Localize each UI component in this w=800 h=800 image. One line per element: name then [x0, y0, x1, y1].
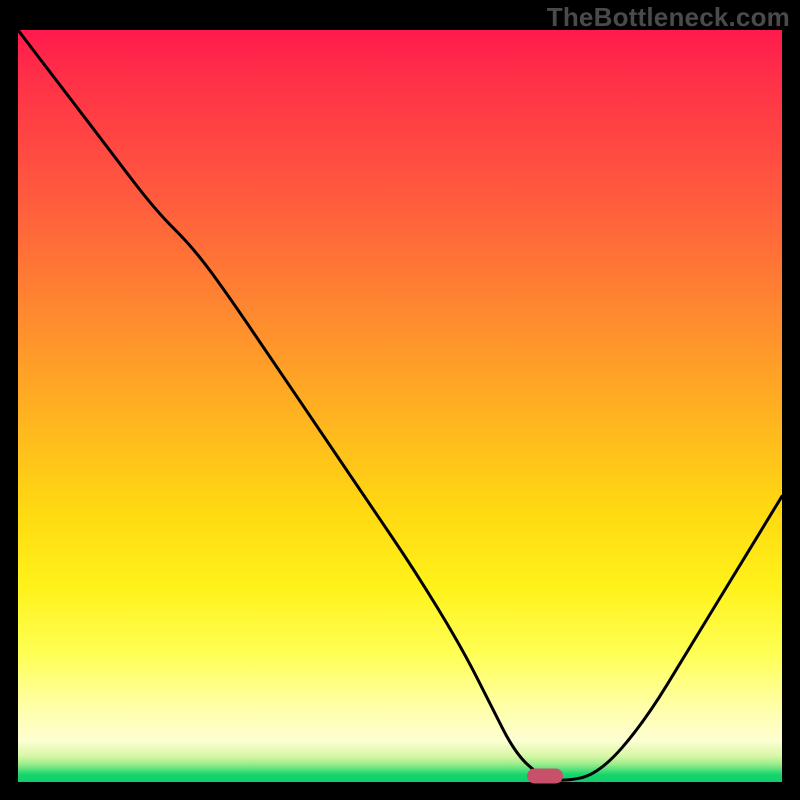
bottleneck-curve-path	[18, 30, 782, 780]
chart-container: TheBottleneck.com	[0, 0, 800, 800]
curve-layer	[18, 30, 782, 782]
optimal-marker	[527, 769, 563, 784]
watermark-text: TheBottleneck.com	[547, 2, 790, 33]
plot-frame	[18, 30, 782, 782]
